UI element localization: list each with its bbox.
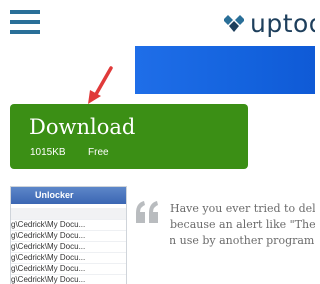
- download-title: Download: [29, 115, 136, 139]
- site-logo[interactable]: uptod: [224, 8, 315, 38]
- menu-bar: [10, 20, 40, 24]
- quote-icon: [136, 201, 158, 223]
- description-line: because an alert like "The s: [170, 218, 315, 231]
- logo-text: uptod: [250, 8, 315, 38]
- thumbnail-row: g\Cedrick\My Docu...: [11, 253, 126, 264]
- logo-diamond-icon: [224, 15, 244, 32]
- thumbnail-row: [11, 208, 126, 220]
- menu-bar: [10, 10, 40, 14]
- menu-bar: [10, 30, 40, 34]
- menu-button[interactable]: [10, 10, 40, 34]
- download-button[interactable]: Download 1015KB Free: [10, 104, 248, 169]
- red-arrow-icon: [88, 66, 113, 104]
- app-description: Have you ever tried to dele because an a…: [170, 201, 315, 249]
- app-screenshot-thumbnail[interactable]: Unlocker g\Cedrick\My Docu... g\Cedrick\…: [10, 186, 127, 284]
- description-line: file is in use by another program: [170, 234, 315, 247]
- thumbnail-row: g\Cedrick\My Docu...: [11, 242, 126, 253]
- file-size: 1015KB: [30, 147, 66, 158]
- thumbnail-row: g\Cedrick\My Docu...: [11, 220, 126, 231]
- license-label: Free: [88, 147, 109, 158]
- thumbnail-window-title: Unlocker: [11, 187, 126, 204]
- thumbnail-row: g\Cedrick\My Docu...: [11, 264, 126, 275]
- thumbnail-row: g\Cedrick\My Docu...: [11, 231, 126, 242]
- banner-ad[interactable]: [135, 46, 315, 94]
- thumbnail-list: g\Cedrick\My Docu... g\Cedrick\My Docu..…: [11, 204, 126, 284]
- description-line: Have you ever tried to dele: [170, 202, 315, 215]
